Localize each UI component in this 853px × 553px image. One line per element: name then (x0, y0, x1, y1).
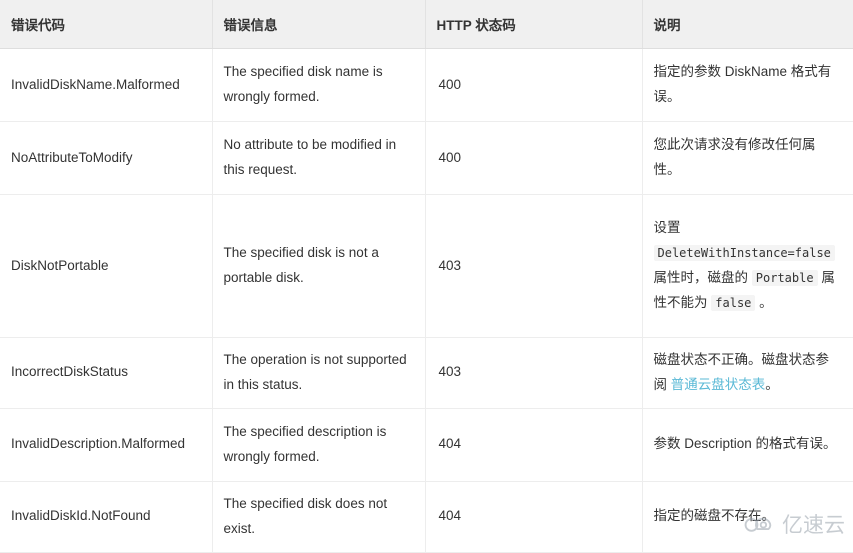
description-text: 指定的磁盘不存在。 (653, 508, 776, 524)
cell-http-status: 400 (425, 48, 643, 122)
table-row: NoAttributeToModify No attribute to be m… (0, 121, 853, 195)
code-delete-with-instance: DeleteWithInstance=false (653, 245, 835, 262)
cell-http-status: 403 (425, 194, 643, 338)
description-suffix: 。 (765, 376, 779, 392)
cell-error-code: NoAttributeToModify (0, 121, 213, 195)
cell-http-status: 400 (425, 121, 643, 195)
description-middle-1: 属性时，磁盘的 (653, 270, 749, 285)
column-header-error-message: 错误信息 (212, 0, 426, 49)
column-header-description: 说明 (642, 0, 853, 49)
cell-error-message: The specified disk is not a portable dis… (212, 194, 426, 338)
cell-description: 设置 DeleteWithInstance=false 属性时，磁盘的 Port… (642, 194, 853, 338)
column-header-error-code: 错误代码 (0, 0, 213, 49)
table-row: DiskNotPortable The specified disk is no… (0, 194, 853, 338)
cell-http-status: 404 (425, 408, 643, 482)
cell-error-code: InvalidDescription.Malformed (0, 408, 213, 482)
disk-status-table-link[interactable]: 普通云盘状态表 (671, 377, 766, 392)
table-row: InvalidDescription.Malformed The specifi… (0, 408, 853, 482)
cell-http-status: 404 (425, 481, 643, 553)
table-row: IncorrectDiskStatus The operation is not… (0, 337, 853, 409)
code-portable: Portable (751, 270, 818, 286)
table-row: InvalidDiskName.Malformed The specified … (0, 48, 853, 122)
code-false: false (711, 294, 756, 311)
table-row: InvalidDiskId.NotFound The specified dis… (0, 481, 853, 553)
description-prefix: 设置 (653, 220, 681, 236)
cell-description: 指定的磁盘不存在。 (642, 481, 853, 553)
cell-description: 您此次请求没有修改任何属性。 (642, 121, 853, 195)
error-code-table: 错误代码 错误信息 HTTP 状态码 说明 InvalidDiskName.Ma… (0, 0, 853, 553)
table-body: InvalidDiskName.Malformed The specified … (0, 48, 853, 553)
cell-description: 参数 Description 的格式有误。 (642, 408, 853, 482)
cell-error-code: InvalidDiskName.Malformed (0, 48, 213, 122)
cell-error-code: InvalidDiskId.NotFound (0, 481, 213, 553)
cell-description: 指定的参数 DiskName 格式有误。 (642, 48, 853, 122)
cell-error-code: DiskNotPortable (0, 194, 213, 338)
cell-description: 磁盘状态不正确。磁盘状态参阅 普通云盘状态表。 (642, 337, 853, 409)
cell-http-status: 403 (425, 337, 643, 409)
description-suffix: 。 (759, 294, 773, 310)
column-header-http-status: HTTP 状态码 (425, 0, 643, 49)
table-header-row: 错误代码 错误信息 HTTP 状态码 说明 (0, 0, 853, 49)
table-header: 错误代码 错误信息 HTTP 状态码 说明 (0, 0, 853, 49)
fade-overlay (763, 481, 853, 552)
cell-error-message: The specified disk does not exist. (212, 481, 426, 553)
cell-error-message: The specified description is wrongly for… (212, 408, 426, 482)
cell-error-code: IncorrectDiskStatus (0, 337, 213, 409)
cell-error-message: No attribute to be modified in this requ… (212, 121, 426, 195)
cell-error-message: The operation is not supported in this s… (212, 337, 426, 409)
cell-error-message: The specified disk name is wrongly forme… (212, 48, 426, 122)
